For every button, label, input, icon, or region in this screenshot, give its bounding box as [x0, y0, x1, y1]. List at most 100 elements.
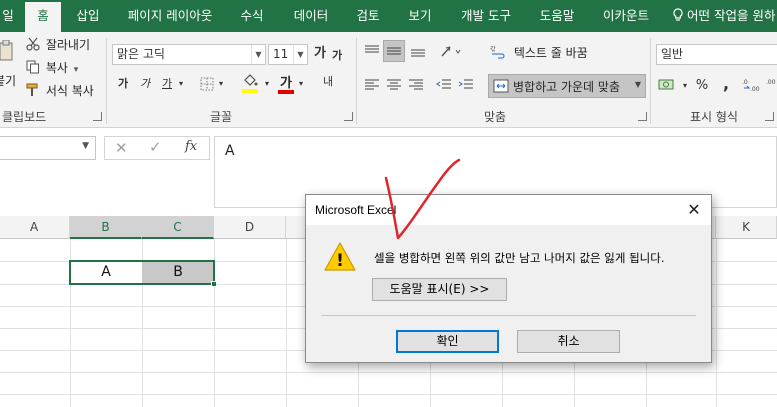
decrease-decimal-button[interactable]: .00	[766, 78, 777, 95]
borders-dropdown[interactable]: ▾	[216, 74, 226, 94]
clipboard-group-label: 클립보드	[2, 110, 47, 124]
align-bottom-icon	[411, 49, 425, 57]
align-top-button[interactable]	[364, 44, 380, 61]
copy-label: 복사	[45, 61, 68, 75]
chevron-down-icon[interactable]: ▼	[635, 80, 641, 89]
chevron-down-icon[interactable]: ▼	[293, 45, 307, 64]
warning-icon: !	[324, 242, 356, 271]
font-color-glyph: 가	[280, 76, 292, 91]
shrink-font-button[interactable]: 가	[330, 46, 344, 66]
column-header-d[interactable]: D	[214, 216, 286, 239]
alignment-dialog-launcher[interactable]	[638, 112, 647, 121]
paste-label: 붙기	[0, 74, 17, 88]
dialog-title: Microsoft Excel	[315, 203, 397, 217]
font-name-combo[interactable]: 맑은 고딕 ▼	[112, 44, 266, 65]
font-name-value: 맑은 고딕	[117, 47, 165, 61]
tab-formulas[interactable]: 수식	[232, 0, 272, 32]
number-format-combo[interactable]: 일반	[656, 44, 777, 65]
phonetic-guide-button[interactable]: 내	[318, 72, 338, 92]
decrease-indent-icon	[436, 79, 451, 89]
decrease-decimal-icon: .00	[766, 79, 776, 86]
number-dialog-launcher[interactable]	[765, 112, 774, 121]
column-header-a: A	[30, 220, 39, 234]
format-painter-button[interactable]: 서식 복사	[26, 82, 94, 102]
copy-button[interactable]: 복사 ▾	[26, 59, 78, 79]
font-color-dropdown[interactable]: ▾	[296, 74, 306, 94]
orientation-button[interactable]	[440, 44, 464, 61]
increase-decimal-button[interactable]: .0.00	[742, 78, 762, 95]
tab-review[interactable]: 검토	[348, 0, 388, 32]
insert-function-icon[interactable]: fx	[185, 139, 197, 154]
enter-entry-icon[interactable]: ✓	[149, 138, 162, 156]
column-header-b[interactable]: B	[70, 216, 142, 239]
align-bottom-button[interactable]	[410, 44, 426, 61]
number-group-label: 표시 형식	[690, 110, 738, 124]
font-size-value: 11	[273, 47, 289, 61]
copy-dropdown-icon[interactable]: ▾	[74, 65, 79, 75]
dialog-message: 셀을 병합하면 왼쪽 위의 값만 남고 나머지 값은 잃게 됩니다.	[374, 251, 665, 265]
tab-home[interactable]: 홈	[25, 2, 61, 32]
close-icon[interactable]: ✕	[683, 199, 705, 221]
grow-font-button[interactable]: 가	[312, 44, 328, 64]
cancel-button[interactable]: 취소	[517, 330, 620, 353]
underline-button[interactable]: 가	[160, 74, 174, 94]
show-help-button[interactable]: 도움말 표시(E) >>	[372, 278, 507, 301]
chevron-down-icon[interactable]: ▼	[251, 45, 265, 64]
underline-dropdown[interactable]: ▾	[176, 74, 186, 94]
column-header-k[interactable]: K	[716, 216, 777, 239]
font-dialog-launcher[interactable]	[344, 112, 353, 121]
font-color-button[interactable]: 가	[278, 72, 294, 96]
tab-help[interactable]: 도움말	[530, 0, 584, 32]
comma-style-button[interactable]: ,	[720, 74, 732, 94]
separator	[356, 38, 357, 124]
font-size-combo[interactable]: 11 ▼	[268, 44, 308, 65]
align-left-button[interactable]	[364, 78, 380, 95]
align-center-icon	[387, 79, 401, 90]
tab-insert[interactable]: 삽입	[68, 0, 108, 32]
bold-button[interactable]: 가	[116, 74, 130, 94]
fill-color-button[interactable]	[242, 74, 260, 96]
borders-button[interactable]	[200, 77, 214, 94]
paste-button[interactable]: 붙기	[0, 40, 22, 92]
decrease-indent-button[interactable]	[436, 78, 452, 95]
separator	[106, 38, 107, 124]
column-header-c[interactable]: C	[142, 216, 214, 239]
fill-handle[interactable]	[211, 281, 217, 287]
cut-button[interactable]: 잘라내기	[26, 36, 90, 56]
clipboard-dialog-launcher[interactable]	[93, 112, 102, 121]
name-box[interactable]: ▼	[0, 136, 96, 160]
svg-text:!: !	[336, 251, 344, 271]
tab-developer[interactable]: 개발 도구	[452, 0, 520, 32]
ok-button[interactable]: 확인	[396, 330, 499, 353]
merge-center-button[interactable]: 병합하고 가운데 맞춤 ▼	[488, 74, 646, 98]
tell-me-search[interactable]: 어떤 작업을 원하	[672, 0, 777, 32]
fill-color-swatch	[242, 89, 258, 93]
merge-center-icon	[493, 79, 509, 93]
column-header-select-all[interactable]: A	[0, 216, 70, 239]
align-right-button[interactable]	[408, 78, 424, 95]
wrap-text-button[interactable]: 갃 텍스트 줄 바꿈	[490, 44, 588, 64]
increase-indent-button[interactable]	[458, 78, 474, 95]
chevron-down-icon[interactable]: ▼	[82, 141, 89, 151]
cut-label: 잘라내기	[45, 38, 90, 52]
cancel-entry-icon[interactable]: ✕	[115, 139, 128, 157]
tab-view[interactable]: 보기	[400, 0, 440, 32]
fill-color-dropdown[interactable]: ▾	[262, 74, 272, 94]
align-middle-button[interactable]	[383, 40, 405, 62]
dialog-title-bar[interactable]: Microsoft Excel ✕	[306, 195, 711, 225]
accounting-dropdown[interactable]: ▾	[680, 76, 690, 96]
accounting-format-button[interactable]	[658, 78, 676, 95]
number-format-value: 일반	[661, 47, 684, 61]
currency-icon	[658, 79, 674, 90]
alignment-group-label: 맞춤	[484, 110, 507, 124]
tab-data[interactable]: 데이터	[286, 0, 336, 32]
tab-ecount[interactable]: 이카운트	[596, 0, 656, 32]
separator	[650, 38, 651, 124]
merge-warning-dialog: Microsoft Excel ✕ ! 셀을 병합하면 왼쪽 위의 값만 남고 …	[305, 194, 712, 363]
tab-file[interactable]: 일	[0, 0, 22, 32]
tab-page-layout[interactable]: 페이지 레이아웃	[120, 0, 220, 32]
percent-style-button[interactable]: %	[694, 76, 710, 96]
align-center-button[interactable]	[386, 78, 402, 95]
gridline	[0, 372, 777, 373]
italic-button[interactable]: 가	[138, 74, 152, 94]
